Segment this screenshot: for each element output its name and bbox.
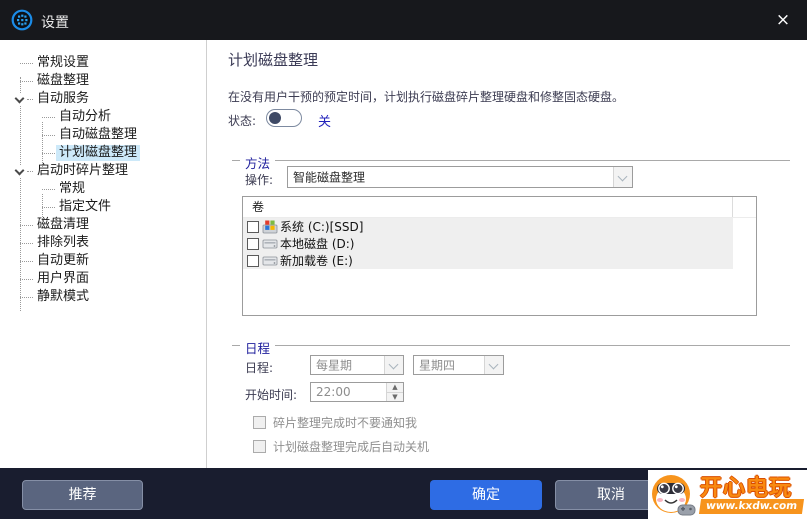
operation-select[interactable]: 智能磁盘整理	[287, 166, 633, 188]
volume-row-d[interactable]: 本地磁盘 (D:)	[243, 235, 733, 252]
status-value: 关	[318, 115, 332, 130]
status-label: 状态:	[228, 114, 257, 128]
volume-row-c[interactable]: 系统 (C:)[SSD]	[243, 218, 733, 235]
chevron-down-icon[interactable]	[13, 165, 26, 178]
start-time-label: 开始时间:	[245, 388, 298, 402]
tree-item-user-interface[interactable]: 用户界面	[0, 270, 206, 288]
schedule-group-legend: 日程	[240, 338, 276, 357]
method-group-border	[232, 160, 790, 161]
day-selected-value: 星期四	[419, 358, 456, 373]
frequency-select[interactable]: 每星期	[310, 355, 404, 375]
checkbox-unchecked[interactable]	[247, 237, 259, 250]
settings-nav-sidebar: 常规设置 磁盘整理 自动服务 自动分析 自动磁盘整理 计划磁盘整理 启动时碎片整…	[0, 40, 207, 468]
kxdw-watermark: 开心电玩 www.kxdw.com	[648, 470, 807, 519]
checkbox-unchecked[interactable]	[247, 254, 259, 267]
tree-item-auto-analyze[interactable]: 自动分析	[0, 108, 206, 126]
watermark-url: www.kxdw.com	[698, 499, 805, 514]
chevron-down-icon[interactable]	[613, 167, 632, 187]
start-time-value: 22:00	[316, 385, 351, 399]
tree-item-auto-service[interactable]: 自动服务	[0, 90, 206, 108]
close-icon[interactable]: ×	[772, 9, 794, 31]
tree-item-exclude-list[interactable]: 排除列表	[0, 234, 206, 252]
drive-icon	[262, 256, 278, 266]
tree-item-auto-update[interactable]: 自动更新	[0, 252, 206, 270]
settings-tree: 常规设置 磁盘整理 自动服务 自动分析 自动磁盘整理 计划磁盘整理 启动时碎片整…	[0, 40, 206, 306]
option-auto-shutdown[interactable]: 计划磁盘整理完成后自动关机	[253, 438, 429, 455]
spinner-down-icon[interactable]: ▼	[386, 392, 403, 401]
settings-window: 设置 × 常规设置 磁盘整理 自动服务 自动分析 自动磁盘整理 计划磁盘整理 启…	[0, 0, 807, 519]
tree-item-disk-defrag[interactable]: 磁盘整理	[0, 72, 206, 90]
schedule-group-border	[232, 345, 790, 346]
checkbox-unchecked[interactable]	[253, 440, 266, 453]
start-time-stepper[interactable]: 22:00 ▲ ▼	[310, 382, 404, 402]
operation-selected-value: 智能磁盘整理	[293, 170, 366, 185]
app-logo-icon	[11, 9, 33, 31]
volume-list: 卷 系统 (C:)[SSD] 本地磁盘 (D:) 新加载卷 (E:)	[242, 196, 757, 316]
method-group-legend: 方法	[240, 153, 276, 172]
toggle-knob	[269, 112, 281, 124]
volume-row-e[interactable]: 新加载卷 (E:)	[243, 252, 733, 269]
ok-button[interactable]: 确定	[430, 480, 542, 510]
status-toggle[interactable]	[266, 109, 302, 127]
system-drive-icon	[262, 220, 278, 234]
frequency-selected-value: 每星期	[316, 358, 353, 373]
tree-item-scheduled-defrag[interactable]: 计划磁盘整理	[0, 144, 206, 162]
page-description: 在没有用户干预的预定时间，计划执行磁盘碎片整理硬盘和修整固态硬盘。	[228, 90, 625, 104]
checkbox-unchecked[interactable]	[253, 416, 266, 429]
recommend-button[interactable]: 推荐	[22, 480, 143, 510]
chevron-down-icon[interactable]	[13, 93, 26, 106]
tree-item-general-settings[interactable]: 常规设置	[0, 54, 206, 72]
drive-icon	[262, 239, 278, 249]
tree-item-specified-files[interactable]: 指定文件	[0, 198, 206, 216]
spinner-up-icon[interactable]: ▲	[386, 383, 403, 392]
window-title: 设置	[41, 15, 69, 31]
page-title: 计划磁盘整理	[228, 51, 319, 69]
volume-name: 系统 (C:)[SSD]	[280, 220, 364, 234]
chevron-down-icon[interactable]	[484, 356, 503, 374]
day-select[interactable]: 星期四	[413, 355, 504, 375]
tree-item-disk-cleanup[interactable]: 磁盘清理	[0, 216, 206, 234]
tree-item-boot-general[interactable]: 常规	[0, 180, 206, 198]
chevron-down-icon[interactable]	[384, 356, 403, 374]
footer-bar: 推荐 确定 取消 开心电玩 www.kxdw.com	[0, 468, 807, 519]
mascot-icon	[652, 475, 696, 516]
tree-item-auto-defrag[interactable]: 自动磁盘整理	[0, 126, 206, 144]
scheduled-defrag-panel: 计划磁盘整理 在没有用户干预的预定时间，计划执行磁盘碎片整理硬盘和修整固态硬盘。…	[208, 40, 807, 468]
schedule-label: 日程:	[245, 361, 274, 375]
tree-item-boot-time-defrag[interactable]: 启动时碎片整理	[0, 162, 206, 180]
tree-item-silent-mode[interactable]: 静默模式	[0, 288, 206, 306]
volume-name: 新加载卷 (E:)	[280, 254, 353, 268]
volume-name: 本地磁盘 (D:)	[280, 237, 355, 251]
titlebar: 设置 ×	[0, 0, 807, 40]
operation-label: 操作:	[245, 173, 274, 187]
checkbox-unchecked[interactable]	[247, 220, 259, 233]
option-no-notify[interactable]: 碎片整理完成时不要通知我	[253, 414, 417, 431]
watermark-brand: 开心电玩	[700, 476, 793, 501]
volume-column-header[interactable]: 卷	[243, 197, 756, 218]
